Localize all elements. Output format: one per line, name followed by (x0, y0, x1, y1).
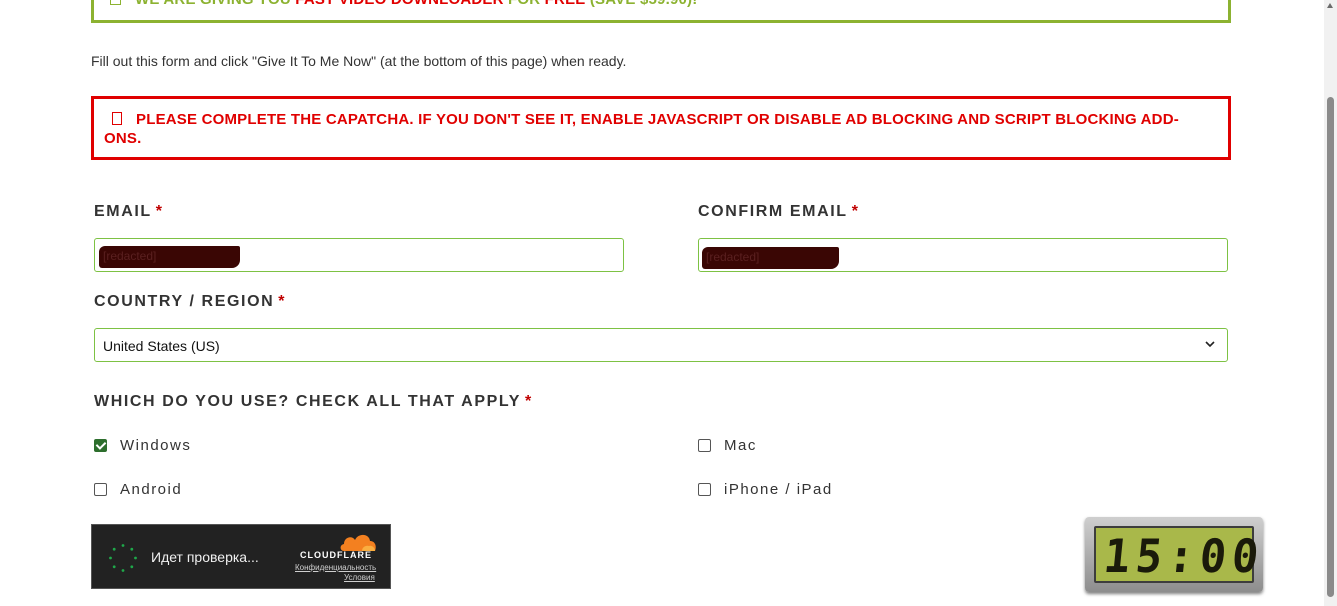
required-asterisk: * (525, 393, 533, 410)
captcha-status-text: Идет проверка... (151, 549, 259, 565)
scrollbar-thumb[interactable] (1327, 97, 1334, 597)
cloudflare-brand-text: CLOUDFLARE (300, 550, 372, 560)
form-instructions: Fill out this form and click "Give It To… (91, 53, 627, 69)
banner-product-name: FAST VIDEO DOWNLOADER (295, 0, 503, 8)
email-field[interactable]: [redacted] (94, 238, 624, 272)
option-windows[interactable]: Windows (94, 437, 191, 454)
required-asterisk: * (155, 203, 164, 220)
gift-icon (110, 0, 121, 5)
iphone-ipad-checkbox[interactable] (698, 483, 711, 496)
country-select[interactable]: United States (US) (94, 328, 1228, 362)
captcha-alert-text: PLEASE COMPLETE THE CAPATCHA. IF YOU DON… (104, 110, 1210, 148)
timer-digits: 15:00 (1101, 529, 1267, 583)
redacted-email: [redacted] (99, 246, 240, 268)
required-asterisk: * (278, 293, 287, 310)
iphone-ipad-label: iPhone / iPad (724, 481, 833, 498)
mac-label: Mac (724, 437, 757, 454)
redacted-confirm-email: [redacted] (702, 247, 839, 269)
scroll-up-arrow-icon[interactable] (1327, 3, 1333, 8)
promo-banner-text: WE ARE GIVING YOU FAST VIDEO DOWNLOADER … (110, 0, 697, 8)
android-label: Android (120, 481, 183, 498)
page-scrollbar[interactable] (1324, 0, 1337, 606)
banner-savings-text: (SAVE $59.90)! (585, 0, 697, 8)
platform-label: WHICH DO YOU USE? CHECK ALL THAT APPLY * (94, 393, 533, 411)
promo-banner: WE ARE GIVING YOU FAST VIDEO DOWNLOADER … (91, 0, 1231, 23)
email-value: [redacted] (103, 249, 157, 263)
banner-text-part1: WE ARE GIVING YOU (135, 0, 295, 8)
windows-label: Windows (120, 437, 192, 454)
country-label: COUNTRY / REGION * (94, 293, 286, 311)
banner-text-part2: FOR (504, 0, 545, 8)
option-android[interactable]: Android (94, 481, 182, 498)
email-label-text: EMAIL (94, 203, 152, 220)
captcha-alert: PLEASE COMPLETE THE CAPATCHA. IF YOU DON… (91, 96, 1231, 160)
mac-checkbox[interactable] (698, 439, 711, 452)
warning-icon (112, 112, 122, 125)
terms-link[interactable]: Условия (344, 573, 375, 582)
privacy-link[interactable]: Конфиденциальность (295, 563, 376, 572)
countdown-timer: 15:00 (1085, 517, 1267, 592)
option-mac[interactable]: Mac (698, 437, 757, 454)
platform-label-text: WHICH DO YOU USE? CHECK ALL THAT APPLY (94, 393, 522, 410)
banner-free-text: FREE (545, 0, 586, 8)
confirm-email-label: CONFIRM EMAIL * (698, 203, 860, 221)
android-checkbox[interactable] (94, 483, 107, 496)
required-asterisk: * (851, 203, 860, 220)
confirm-email-field[interactable]: [redacted] (698, 238, 1228, 272)
timer-display: 15:00 (1094, 526, 1267, 583)
chevron-down-icon (1205, 341, 1215, 348)
option-iphone-ipad[interactable]: iPhone / iPad (698, 481, 833, 498)
confirm-email-label-text: CONFIRM EMAIL (698, 203, 848, 220)
captcha-alert-message: PLEASE COMPLETE THE CAPATCHA. IF YOU DON… (104, 111, 1179, 147)
cloudflare-captcha-widget[interactable]: Идет проверка... CLOUDFLARE Конфиденциал… (91, 524, 391, 589)
country-select-value: United States (US) (103, 338, 220, 354)
windows-checkbox[interactable] (94, 439, 107, 452)
confirm-email-value: [redacted] (706, 250, 760, 264)
country-label-text: COUNTRY / REGION (94, 293, 275, 310)
email-label: EMAIL * (94, 203, 164, 221)
loading-spinner-icon (109, 544, 137, 572)
